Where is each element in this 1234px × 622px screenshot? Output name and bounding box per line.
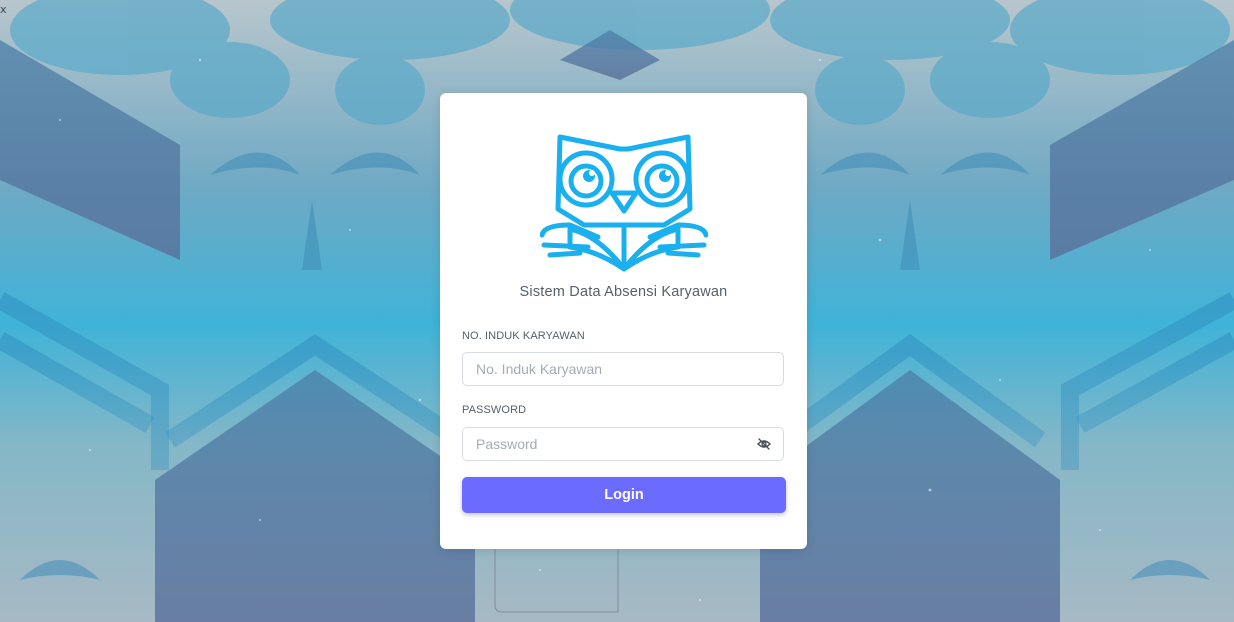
password-label: PASSWORD xyxy=(462,404,527,416)
password-field[interactable] xyxy=(462,427,784,461)
eye-off-icon[interactable] xyxy=(757,437,771,451)
login-button[interactable]: Login xyxy=(462,477,786,513)
owl-reading-book-icon xyxy=(540,134,708,272)
nik-field[interactable] xyxy=(462,352,784,386)
login-page: x Sistem Data Absensi Karyawan NO. INDUK… xyxy=(0,0,1234,622)
app-title: Sistem Data Absensi Karyawan xyxy=(519,284,728,300)
password-input[interactable] xyxy=(463,428,746,460)
login-card: Sistem Data Absensi Karyawan NO. INDUK K… xyxy=(440,93,807,549)
nik-label: NO. INDUK KARYAWAN xyxy=(462,330,585,342)
corner-mark: x xyxy=(0,3,7,16)
nik-input[interactable] xyxy=(463,353,746,385)
